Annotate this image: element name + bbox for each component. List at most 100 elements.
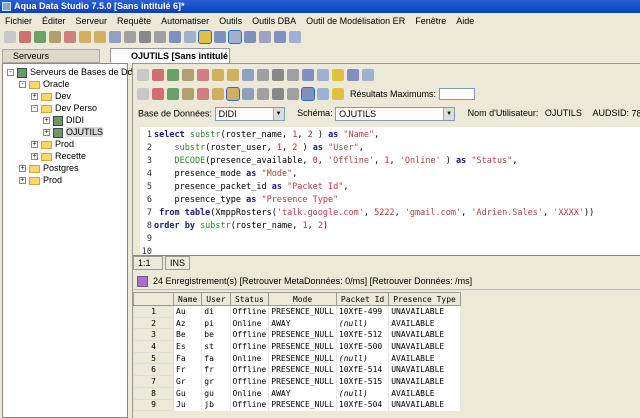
toolbar-button-icon[interactable] — [197, 69, 209, 81]
table-cell[interactable]: gu — [201, 387, 231, 399]
expand-icon[interactable]: + — [19, 177, 26, 185]
tree-item[interactable]: + OJUTILS — [43, 127, 104, 138]
table-cell[interactable]: Gu — [173, 387, 203, 399]
column-header[interactable]: Status — [229, 292, 270, 306]
toolbar-button-icon[interactable] — [226, 87, 240, 101]
column-header[interactable]: Packet Id — [335, 292, 390, 306]
results-table[interactable]: Name User Status Mode Packet Id Presence Type… — [133, 292, 461, 412]
tree-item[interactable]: + Postgres — [19, 163, 79, 174]
table-row[interactable]: 4 Es st Offline PRESENCE_NULL 10XfE-500 UNAVAI… — [133, 340, 461, 353]
toolbar-button-icon[interactable] — [287, 88, 299, 100]
menu-item[interactable]: Automatiser — [156, 14, 214, 28]
table-cell[interactable]: Gr — [173, 375, 203, 388]
server-tree[interactable]: - Serveurs de Bases de Dc - Oracle + Dev - Dev … — [2, 63, 132, 418]
tree-item[interactable]: + Recette — [31, 151, 86, 162]
table-cell[interactable]: AVAILABLE — [388, 317, 461, 329]
toolbar-button-icon[interactable] — [139, 31, 151, 43]
table-cell[interactable]: UNAVAILABLE — [388, 305, 461, 318]
table-cell[interactable]: 10XfE-515 — [336, 375, 390, 388]
toolbar-button-icon[interactable] — [212, 69, 224, 81]
table-cell[interactable]: PRESENCE_NULL — [268, 328, 337, 341]
toolbar-button-icon[interactable] — [49, 31, 61, 43]
column-header[interactable]: User — [201, 292, 231, 306]
table-cell[interactable]: AWAY — [268, 387, 337, 399]
table-cell[interactable]: Offline — [230, 375, 270, 388]
toolbar-button-icon[interactable] — [332, 88, 344, 100]
table-cell[interactable]: (null) — [336, 387, 390, 399]
expand-icon[interactable]: + — [31, 93, 38, 101]
toolbar-button-icon[interactable] — [242, 69, 254, 81]
table-cell[interactable]: fa — [201, 352, 231, 364]
toolbar-button-icon[interactable] — [4, 31, 16, 43]
table-cell[interactable]: Ju — [173, 399, 203, 411]
toolbar-button-icon[interactable] — [182, 88, 194, 100]
table-cell[interactable]: UNAVAILABLE — [388, 399, 461, 411]
table-cell[interactable]: PRESENCE_NULL — [268, 352, 337, 364]
collapse-icon[interactable]: - — [19, 81, 26, 89]
table-cell[interactable]: Offline — [230, 363, 270, 376]
toolbar-button-icon[interactable] — [347, 69, 359, 81]
menu-item[interactable]: Fichier — [0, 14, 37, 28]
toolbar-button-icon[interactable] — [272, 69, 284, 81]
toolbar-button-icon[interactable] — [259, 31, 271, 43]
table-cell[interactable]: UNAVAILABLE — [388, 328, 461, 341]
menu-item[interactable]: Aide — [451, 14, 479, 28]
table-cell[interactable]: AWAY — [268, 317, 337, 329]
toolbar-button-icon[interactable] — [289, 31, 301, 43]
table-cell[interactable]: UNAVAILABLE — [388, 363, 461, 376]
toolbar-button-icon[interactable] — [137, 88, 149, 100]
tree-item[interactable]: - Dev Perso — [31, 103, 97, 114]
toolbar-button-icon[interactable] — [272, 88, 284, 100]
menu-item[interactable]: Outils DBA — [247, 14, 301, 28]
menu-item[interactable]: Requête — [112, 14, 156, 28]
tree-item[interactable]: - Serveurs de Bases de Dc — [7, 67, 132, 78]
table-cell[interactable]: Online — [230, 352, 270, 364]
tab-query-editor[interactable]: OJUTILS [Sans intitulé 6]* × — [110, 48, 230, 75]
toolbar-button-icon[interactable] — [302, 69, 314, 81]
schema-select[interactable]: OJUTILS ▼ — [335, 107, 456, 121]
table-cell[interactable]: AVAILABLE — [388, 352, 461, 364]
toolbar-button-icon[interactable] — [214, 31, 226, 43]
toolbar-button-icon[interactable] — [317, 69, 329, 81]
toolbar-button-icon[interactable] — [169, 31, 181, 43]
table-cell[interactable]: AVAILABLE — [388, 387, 461, 399]
table-cell[interactable]: Offline — [230, 399, 270, 411]
sql-editor[interactable]: 1 select substr(roster_name, 1, 2 ) as "N… — [140, 127, 640, 257]
toolbar-button-icon[interactable] — [154, 31, 166, 43]
table-cell[interactable]: Offline — [230, 328, 270, 341]
table-cell[interactable]: Es — [173, 340, 203, 353]
table-cell[interactable]: Offline — [230, 305, 270, 318]
toolbar-button-icon[interactable] — [228, 30, 242, 44]
toolbar-button-icon[interactable] — [182, 69, 194, 81]
expand-icon[interactable]: + — [31, 141, 38, 149]
toolbar-button-icon[interactable] — [362, 69, 374, 81]
table-row[interactable]: 2 Az pi Online AWAY (null) AVAILABLE — [133, 316, 461, 330]
max-results-input[interactable] — [439, 88, 476, 100]
tree-item[interactable]: + DIDI — [43, 115, 84, 126]
table-cell[interactable]: Fr — [173, 363, 203, 376]
collapse-icon[interactable]: - — [31, 105, 38, 113]
toolbar-button-icon[interactable] — [184, 31, 196, 43]
toolbar-button-icon[interactable] — [167, 69, 179, 81]
table-cell[interactable]: (null) — [336, 352, 390, 364]
chevron-down-icon[interactable]: ▼ — [443, 108, 455, 120]
toolbar-button-icon[interactable] — [244, 31, 256, 43]
table-cell[interactable]: 10XfE-499 — [336, 305, 390, 318]
table-cell[interactable]: UNAVAILABLE — [388, 340, 461, 353]
table-cell[interactable]: Offline — [230, 340, 270, 353]
menu-item[interactable]: Éditer — [37, 14, 71, 28]
expand-icon[interactable]: + — [43, 117, 50, 125]
table-row[interactable]: 5 Fa fa Online PRESENCE_NULL (null) AVAILABLE — [133, 351, 461, 365]
column-header[interactable]: Mode — [268, 292, 337, 306]
toolbar-button-icon[interactable] — [137, 69, 149, 81]
table-cell[interactable]: Online — [230, 387, 270, 399]
table-row[interactable]: 6 Fr fr Offline PRESENCE_NULL 10XfE-514 UNAVAI… — [133, 363, 461, 377]
table-cell[interactable]: PRESENCE_NULL — [268, 305, 337, 318]
table-cell[interactable]: PRESENCE_NULL — [268, 399, 337, 411]
toolbar-button-icon[interactable] — [301, 87, 315, 101]
table-row[interactable]: 8 Gu gu Online AWAY (null) AVAILABLE — [133, 386, 461, 400]
table-row[interactable]: 9 Ju jb Offline PRESENCE_NULL 10XfE-504 UNAVAI… — [133, 398, 461, 412]
toolbar-button-icon[interactable] — [79, 31, 91, 43]
toolbar-button-icon[interactable] — [212, 88, 224, 100]
tree-item[interactable]: + Prod — [31, 139, 74, 150]
